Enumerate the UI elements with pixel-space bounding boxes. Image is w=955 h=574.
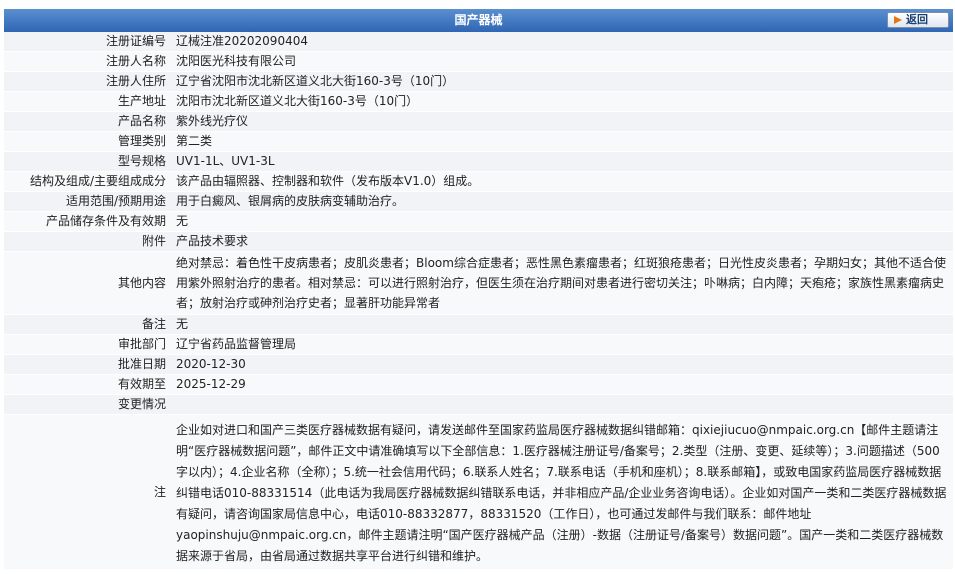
field-label: 适用范围/预期用途	[4, 191, 170, 212]
field-value: 该产品由辐照器、控制器和软件（发布版本V1.0）组成。	[170, 171, 953, 192]
table-row: 批准日期 2020-12-30	[4, 354, 953, 375]
field-value: 无	[170, 314, 953, 335]
table-row: 结构及组成/主要组成成分 该产品由辐照器、控制器和软件（发布版本V1.0）组成。	[4, 171, 953, 192]
table-row: 管理类别 第二类	[4, 131, 953, 152]
field-value: 第二类	[170, 131, 953, 152]
field-label: 批准日期	[4, 354, 170, 375]
field-label: 注册证编号	[4, 32, 170, 52]
table-row: 注册人住所 辽宁省沈阳市沈北新区道义北大街160-3号（10门）	[4, 71, 953, 92]
field-value: 用于白癜风、银屑病的皮肤病变辅助治疗。	[170, 191, 953, 212]
table-row: 附件 产品技术要求	[4, 231, 953, 252]
field-label: 变更情况	[4, 394, 170, 415]
field-label: 注	[4, 414, 170, 570]
header-bar: 国产器械 返回	[4, 9, 953, 32]
field-value: 无	[170, 211, 953, 232]
field-label: 注册人名称	[4, 51, 170, 72]
field-value: UV1-1L、UV1-3L	[170, 151, 953, 172]
table-row: 产品名称 紫外线光疗仪	[4, 111, 953, 132]
field-value: 辽宁省药品监督管理局	[170, 334, 953, 355]
field-label: 产品储存条件及有效期	[4, 211, 170, 232]
table-row: 其他内容 绝对禁忌：着色性干皮病患者；皮肌炎患者；Bloom综合症患者；恶性黑色…	[4, 251, 953, 315]
field-label: 管理类别	[4, 131, 170, 152]
table-row: 注册证编号 辽械注准20202090404	[4, 32, 953, 52]
arrow-right-icon	[894, 16, 902, 24]
field-value	[170, 394, 953, 415]
field-value: 企业如对进口和国产三类医疗器械数据有疑问，请发送邮件至国家药监局医疗器械数据纠错…	[170, 414, 953, 570]
table-row: 生产地址 沈阳市沈北新区道义北大街160-3号（10门）	[4, 91, 953, 112]
back-button-label: 返回	[906, 13, 928, 26]
field-value: 沈阳医光科技有限公司	[170, 51, 953, 72]
field-label: 结构及组成/主要组成成分	[4, 171, 170, 192]
field-value: 紫外线光疗仪	[170, 111, 953, 132]
field-label: 型号规格	[4, 151, 170, 172]
field-value: 辽宁省沈阳市沈北新区道义北大街160-3号（10门）	[170, 71, 953, 92]
table-row: 变更情况	[4, 394, 953, 415]
page-title: 国产器械	[454, 13, 503, 27]
table-row: 注 企业如对进口和国产三类医疗器械数据有疑问，请发送邮件至国家药监局医疗器械数据…	[4, 414, 953, 570]
table-row: 型号规格 UV1-1L、UV1-3L	[4, 151, 953, 172]
field-label: 审批部门	[4, 334, 170, 355]
table-row: 适用范围/预期用途 用于白癜风、银屑病的皮肤病变辅助治疗。	[4, 191, 953, 212]
field-label: 附件	[4, 231, 170, 252]
field-label: 生产地址	[4, 91, 170, 112]
back-button[interactable]: 返回	[887, 12, 949, 28]
field-label: 有效期至	[4, 374, 170, 395]
field-value: 2020-12-30	[170, 354, 953, 375]
table-row: 产品储存条件及有效期 无	[4, 211, 953, 232]
field-value: 产品技术要求	[170, 231, 953, 252]
field-value: 沈阳市沈北新区道义北大街160-3号（10门）	[170, 91, 953, 112]
field-value: 辽械注准20202090404	[170, 32, 953, 52]
field-label: 其他内容	[4, 251, 170, 315]
table-row: 注册人名称 沈阳医光科技有限公司	[4, 51, 953, 72]
table-row: 备注 无	[4, 314, 953, 335]
detail-table: 注册证编号 辽械注准20202090404 注册人名称 沈阳医光科技有限公司 注…	[4, 32, 953, 570]
field-value: 绝对禁忌：着色性干皮病患者；皮肌炎患者；Bloom综合症患者；恶性黑色素瘤患者；…	[170, 251, 953, 315]
field-label: 产品名称	[4, 111, 170, 132]
table-row: 有效期至 2025-12-29	[4, 374, 953, 395]
field-label: 备注	[4, 314, 170, 335]
field-label: 注册人住所	[4, 71, 170, 92]
detail-panel: 国产器械 返回 注册证编号 辽械注准20202090404 注册人名称 沈阳医光…	[4, 9, 953, 570]
table-row: 审批部门 辽宁省药品监督管理局	[4, 334, 953, 355]
field-value: 2025-12-29	[170, 374, 953, 395]
